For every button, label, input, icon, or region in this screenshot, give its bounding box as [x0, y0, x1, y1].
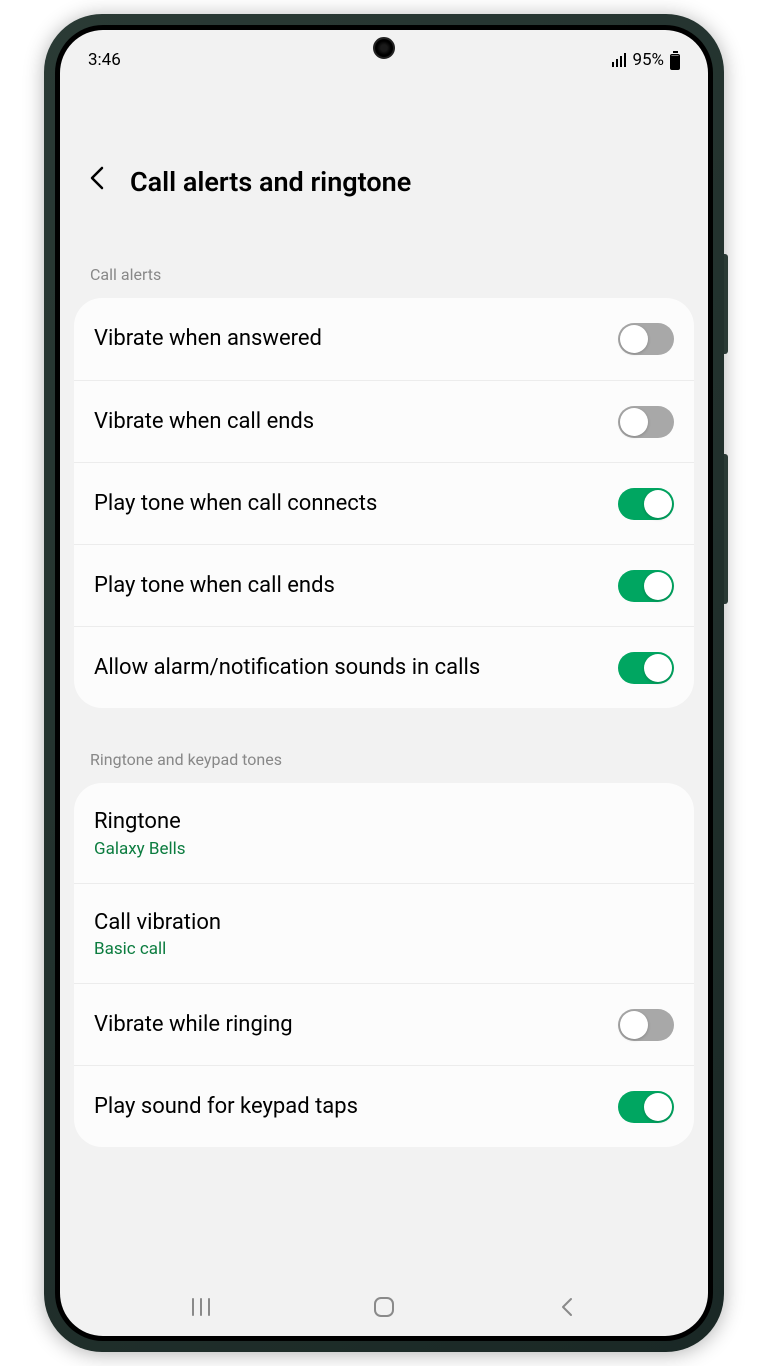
phone-frame: 3:46 95% [44, 14, 724, 1352]
toggle-vibrate-answered[interactable] [618, 323, 674, 355]
front-camera [373, 37, 395, 59]
item-label: Ringtone [94, 807, 658, 837]
item-vibrate-while-ringing[interactable]: Vibrate while ringing [74, 983, 694, 1065]
home-icon [373, 1296, 395, 1318]
toggle-keypad-taps[interactable] [618, 1091, 674, 1123]
item-label: Play tone when call ends [94, 571, 602, 601]
toggle-vibrate-call-ends[interactable] [618, 406, 674, 438]
section-header-ringtone: Ringtone and keypad tones [74, 708, 694, 783]
item-value: Galaxy Bells [94, 839, 658, 859]
toggle-vibrate-while-ringing[interactable] [618, 1009, 674, 1041]
item-vibrate-call-ends[interactable]: Vibrate when call ends [74, 380, 694, 462]
back-icon [559, 1296, 575, 1318]
back-button[interactable] [84, 160, 110, 203]
toggle-tone-call-connects[interactable] [618, 488, 674, 520]
nav-back-button[interactable] [537, 1287, 597, 1327]
item-value: Basic call [94, 939, 658, 959]
nav-home-button[interactable] [354, 1287, 414, 1327]
signal-icon [612, 53, 627, 67]
card-call-alerts: Vibrate when answered Vibrate when call … [74, 298, 694, 708]
page-title: Call alerts and ringtone [130, 166, 411, 198]
item-vibrate-answered[interactable]: Vibrate when answered [74, 298, 694, 380]
item-alarm-sounds-in-calls[interactable]: Allow alarm/notification sounds in calls [74, 626, 694, 708]
screen-bezel: 3:46 95% [55, 25, 713, 1341]
battery-icon [670, 51, 680, 70]
card-ringtone: Ringtone Galaxy Bells Call vibration Bas… [74, 783, 694, 1147]
item-label: Allow alarm/notification sounds in calls [94, 653, 602, 683]
nav-recents-button[interactable] [171, 1287, 231, 1327]
item-label: Vibrate when call ends [94, 407, 602, 437]
item-call-vibration[interactable]: Call vibration Basic call [74, 883, 694, 984]
item-label: Vibrate when answered [94, 324, 602, 354]
item-label: Vibrate while ringing [94, 1010, 602, 1040]
item-tone-call-connects[interactable]: Play tone when call connects [74, 462, 694, 544]
screen: 3:46 95% [60, 30, 708, 1336]
section-header-call-alerts: Call alerts [74, 223, 694, 298]
item-label: Call vibration [94, 908, 658, 938]
recents-icon [190, 1297, 212, 1317]
status-time: 3:46 [88, 50, 121, 70]
chevron-left-icon [88, 164, 106, 192]
nav-bar [60, 1284, 708, 1336]
item-tone-call-ends[interactable]: Play tone when call ends [74, 544, 694, 626]
item-ringtone[interactable]: Ringtone Galaxy Bells [74, 783, 694, 883]
status-right: 95% [612, 50, 680, 70]
toggle-alarm-sounds-in-calls[interactable] [618, 652, 674, 684]
item-label: Play tone when call connects [94, 489, 602, 519]
item-label: Play sound for keypad taps [94, 1092, 602, 1122]
battery-percent: 95% [632, 50, 664, 70]
content-area[interactable]: Call alerts Vibrate when answered Vibrat… [60, 223, 708, 1284]
item-keypad-taps[interactable]: Play sound for keypad taps [74, 1065, 694, 1147]
page-header: Call alerts and ringtone [60, 82, 708, 223]
toggle-tone-call-ends[interactable] [618, 570, 674, 602]
